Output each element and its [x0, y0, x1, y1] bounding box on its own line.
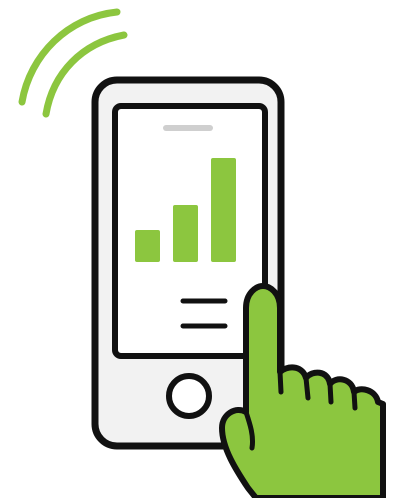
pointing-hand-icon: [219, 283, 386, 498]
illustration-canvas: [18, 8, 386, 498]
phone-tap-illustration: [0, 0, 393, 498]
home-button: [166, 373, 212, 419]
chart-bar-2: [173, 205, 198, 262]
chart-bar-1: [135, 230, 160, 262]
chart-bar-3: [211, 158, 236, 262]
